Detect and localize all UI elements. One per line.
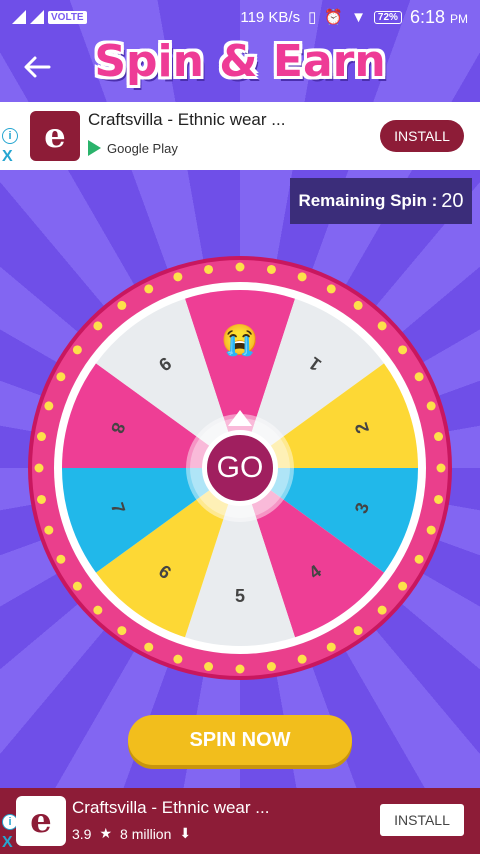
wheel-segment-label: 😭 xyxy=(221,323,259,357)
rim-light xyxy=(144,284,154,294)
clock-ampm: PM xyxy=(450,11,468,26)
rim-light xyxy=(117,626,127,636)
ad-title: Craftsvilla - Ethnic wear ... xyxy=(88,110,286,129)
ad-close-icon[interactable]: X xyxy=(2,148,13,166)
ad-install-button[interactable]: INSTALL xyxy=(380,120,464,152)
remaining-spin-value: 20 xyxy=(441,189,464,212)
rim-light xyxy=(56,372,66,382)
google-play-icon xyxy=(88,140,101,156)
rim-light xyxy=(36,432,46,442)
rim-light xyxy=(117,300,127,310)
rim-light xyxy=(204,662,214,672)
rim-light xyxy=(173,654,183,664)
rim-light xyxy=(436,463,446,473)
rim-light xyxy=(398,581,408,591)
status-right: 119 KB/s ▯ ⏰ ▼ 72% 6:18 PM xyxy=(240,7,468,28)
craftsvilla-logo-bottom: e xyxy=(16,796,66,846)
clock: 6:18 PM xyxy=(410,7,468,28)
rim-light xyxy=(235,262,245,272)
rim-light xyxy=(426,525,436,535)
spin-now-button[interactable]: SPIN NOW xyxy=(128,715,352,765)
rim-light xyxy=(353,626,363,636)
rim-light xyxy=(72,581,82,591)
ad-install-button-bottom[interactable]: INSTALL xyxy=(380,804,464,836)
rim-light xyxy=(266,662,276,672)
rim-light xyxy=(377,605,387,615)
rim-light xyxy=(398,345,408,355)
rim-light xyxy=(414,372,424,382)
vibrate-icon: ▯ xyxy=(308,9,317,26)
rim-light xyxy=(93,321,103,331)
ad-rating: 3.9 xyxy=(72,825,92,842)
download-icon: ⬇ xyxy=(179,825,192,841)
ad-downloads: 8 million xyxy=(120,825,172,842)
page-title: Spin & Earn xyxy=(94,36,386,87)
wheel-pointer xyxy=(228,410,252,426)
ad-title-bottom: Craftsvilla - Ethnic wear ... xyxy=(72,798,270,817)
signal-icon xyxy=(12,10,26,24)
header: Spin & Earn xyxy=(0,34,480,100)
rim-light xyxy=(204,264,214,274)
rim-light xyxy=(414,554,424,564)
ad-banner-bottom[interactable]: i X e Craftsvilla - Ethnic wear ... 3.9 … xyxy=(0,788,480,854)
battery-indicator: 72% xyxy=(373,10,402,24)
remaining-spin-label: Remaining Spin : xyxy=(298,191,438,210)
google-play-label: Google Play xyxy=(107,140,178,156)
volte-badge: VOLTE xyxy=(48,10,87,24)
wheel-segment-label: 5 xyxy=(234,585,245,606)
ad-meta: 3.9 ★ 8 million ⬇ xyxy=(72,825,191,842)
rim-light xyxy=(297,654,307,664)
wifi-icon: ▼ xyxy=(351,8,366,26)
rim-light xyxy=(93,605,103,615)
remaining-spin-badge: Remaining Spin : 20 xyxy=(290,178,472,224)
google-play-badge: Google Play xyxy=(88,140,178,156)
rim-light xyxy=(173,272,183,282)
rim-light xyxy=(34,463,44,473)
ad-close-icon-bottom[interactable]: X xyxy=(2,834,13,852)
rim-light xyxy=(377,321,387,331)
rim-light xyxy=(434,432,444,442)
rim-light xyxy=(44,525,54,535)
go-button[interactable]: GO xyxy=(202,430,278,506)
rim-light xyxy=(235,664,245,674)
status-bar: VOLTE 119 KB/s ▯ ⏰ ▼ 72% 6:18 PM xyxy=(0,0,480,34)
rim-light xyxy=(144,642,154,652)
star-icon: ★ xyxy=(99,825,113,841)
rim-light xyxy=(353,300,363,310)
status-left: VOLTE xyxy=(12,10,87,24)
rim-light xyxy=(72,345,82,355)
rim-light xyxy=(326,284,336,294)
rim-light xyxy=(56,554,66,564)
craftsvilla-logo: e xyxy=(30,111,80,161)
rim-light xyxy=(426,401,436,411)
ad-info-icon[interactable]: i xyxy=(2,128,18,144)
rim-light xyxy=(326,642,336,652)
rim-light xyxy=(297,272,307,282)
alarm-icon: ⏰ xyxy=(324,9,344,26)
signal-icon-2 xyxy=(30,10,44,24)
ad-banner-top[interactable]: i X e Craftsvilla - Ethnic wear ... Goog… xyxy=(0,102,480,170)
rim-light xyxy=(266,264,276,274)
clock-time: 6:18 xyxy=(409,6,445,27)
rim-light xyxy=(44,401,54,411)
rim-light xyxy=(434,494,444,504)
rim-light xyxy=(36,494,46,504)
network-speed: 119 KB/s xyxy=(240,8,301,26)
